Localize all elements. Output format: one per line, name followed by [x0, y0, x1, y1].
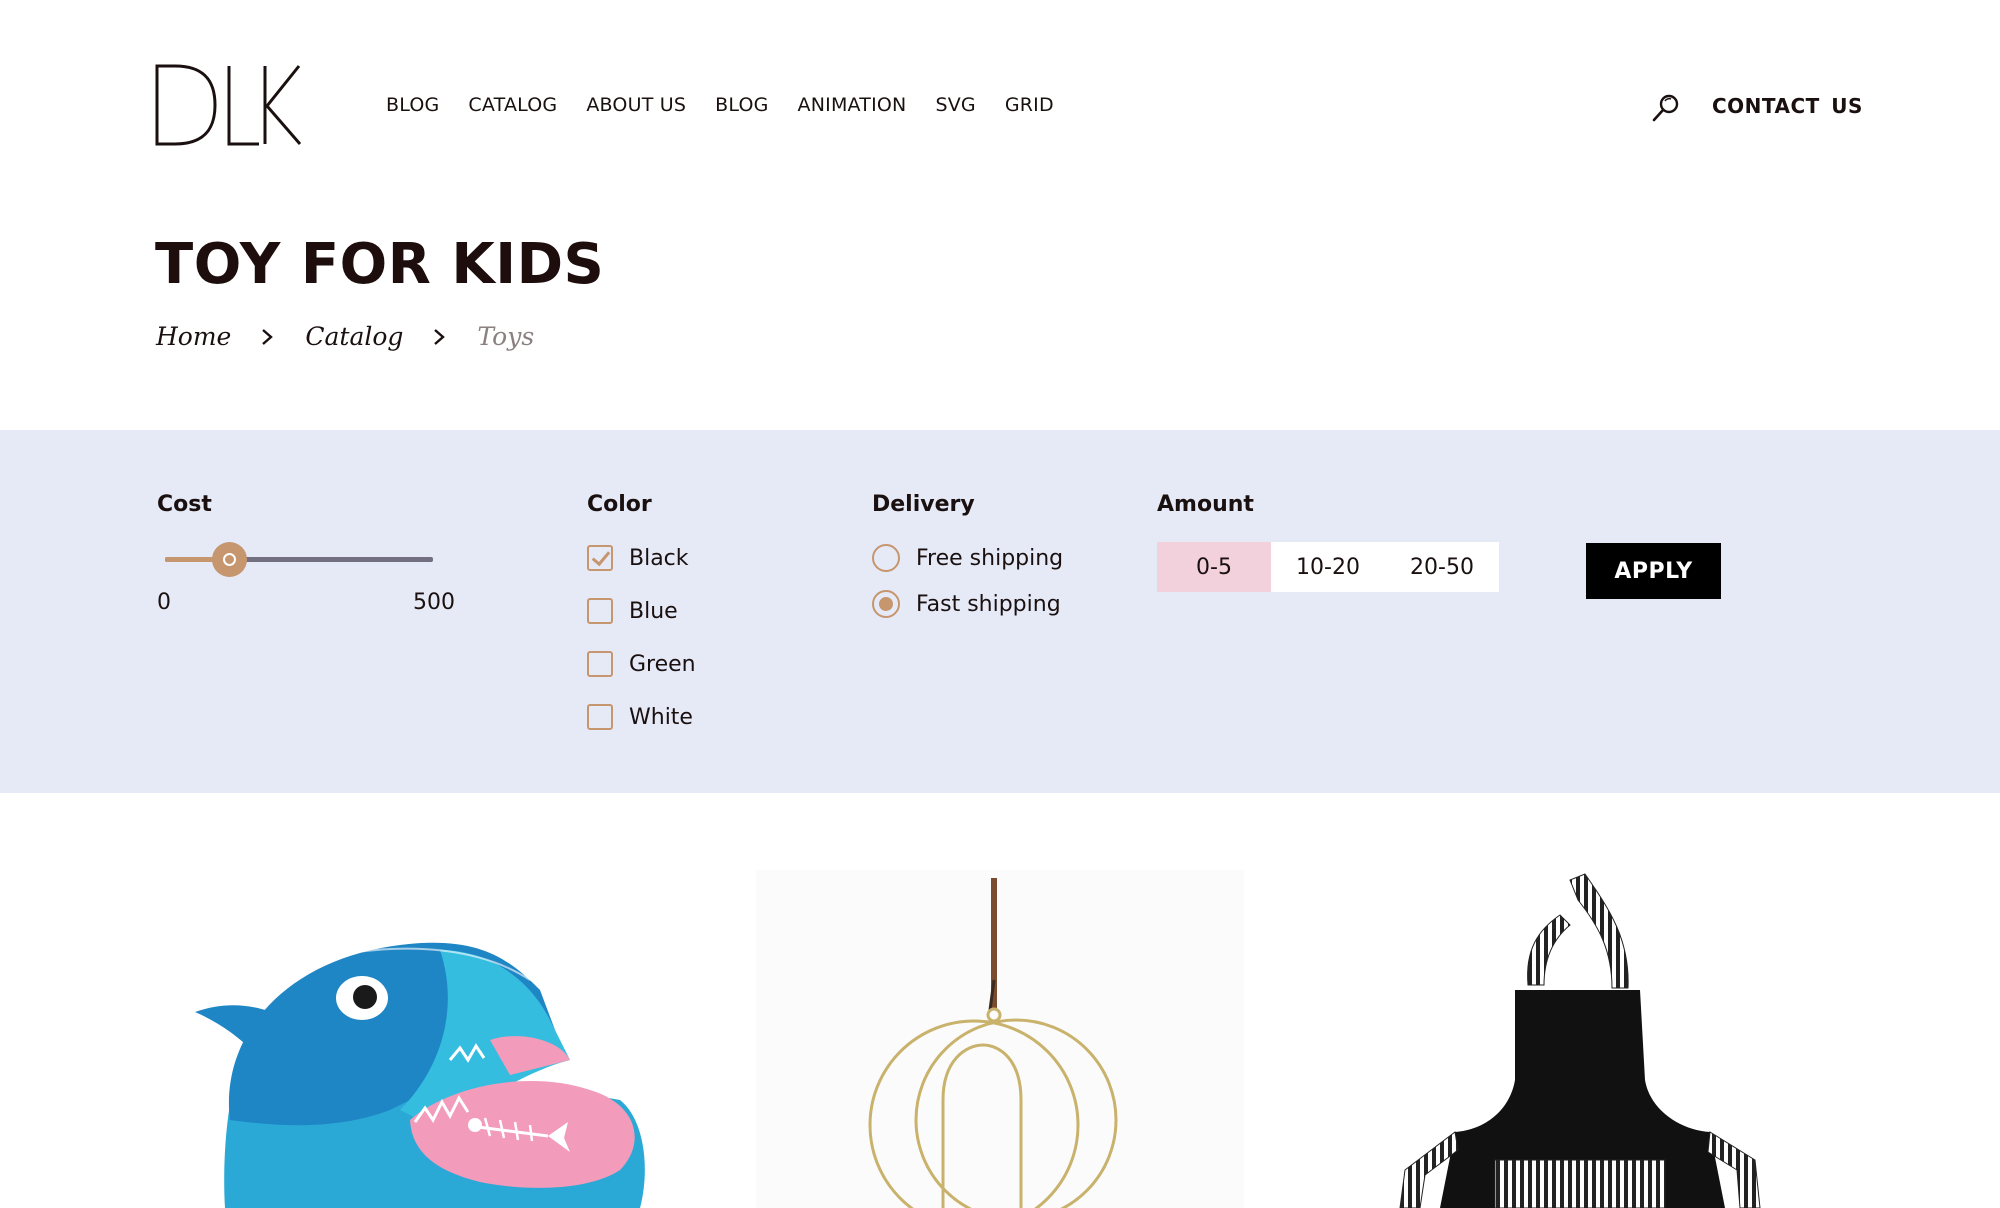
breadcrumb: Home Catalog Toys: [156, 322, 534, 351]
page-title: TOY FOR KIDS: [155, 232, 605, 297]
cost-slider-thumb[interactable]: [212, 542, 248, 577]
nav-grid[interactable]: GRID: [1005, 94, 1054, 116]
cost-min-label: 0: [157, 590, 171, 615]
main-nav: BLOG CATALOG ABOUT US BLOG ANIMATION SVG…: [386, 94, 1054, 116]
nav-blog[interactable]: BLOG: [386, 94, 439, 116]
site-header: BLOG CATALOG ABOUT US BLOG ANIMATION SVG…: [0, 0, 2000, 200]
breadcrumb-home[interactable]: Home: [156, 322, 231, 351]
delivery-option-fast[interactable]: Fast shipping: [872, 590, 1061, 618]
logo[interactable]: [155, 64, 301, 148]
nav-about-us[interactable]: ABOUT US: [586, 94, 686, 116]
breadcrumb-catalog[interactable]: Catalog: [305, 322, 403, 351]
checkbox[interactable]: [587, 704, 613, 730]
chevron-right-icon: [434, 328, 446, 345]
nav-svg[interactable]: SVG: [935, 94, 975, 116]
gold-ring-hanging-image: [756, 870, 1244, 1208]
color-option-green[interactable]: Green: [587, 651, 696, 677]
color-option-label: Blue: [629, 598, 678, 624]
search-icon[interactable]: [1651, 93, 1681, 123]
delivery-filter-title: Delivery: [872, 492, 975, 517]
black-striped-apron-image: [1399, 873, 1761, 1208]
checkbox-checked[interactable]: [587, 545, 613, 571]
amount-option-10-20[interactable]: 10-20: [1271, 542, 1385, 592]
delivery-option-label: Fast shipping: [916, 591, 1061, 617]
amount-option-20-50[interactable]: 20-50: [1385, 542, 1499, 592]
filter-panel: Cost 0 500 Color Black Blue Green White …: [0, 430, 2000, 793]
nav-blog-2[interactable]: BLOG: [715, 94, 768, 116]
amount-segmented-control: 0-5 10-20 20-50: [1157, 542, 1499, 592]
breadcrumb-toys: Toys: [477, 322, 535, 351]
color-option-label: Black: [629, 545, 689, 571]
chevron-right-icon: [262, 328, 274, 345]
product-card[interactable]: [1360, 870, 1880, 1208]
nav-catalog[interactable]: CATALOG: [468, 94, 557, 116]
cost-filter-title: Cost: [157, 492, 212, 517]
nav-animation[interactable]: ANIMATION: [798, 94, 907, 116]
amount-option-0-5[interactable]: 0-5: [1157, 542, 1271, 592]
product-card[interactable]: [756, 870, 1244, 1208]
cost-max-label: 500: [413, 590, 455, 615]
color-option-blue[interactable]: Blue: [587, 598, 678, 624]
amount-filter-title: Amount: [1157, 492, 1254, 517]
checkbox[interactable]: [587, 651, 613, 677]
color-option-white[interactable]: White: [587, 704, 693, 730]
radio-button[interactable]: [872, 544, 900, 572]
product-card[interactable]: [150, 870, 670, 1208]
apply-button[interactable]: APPLY: [1586, 543, 1721, 599]
shark-bean-bag-image: [195, 942, 645, 1208]
delivery-option-free[interactable]: Free shipping: [872, 544, 1063, 572]
contact-us-link[interactable]: CONTACT US: [1712, 94, 1863, 118]
product-grid: [0, 870, 2000, 1208]
checkbox[interactable]: [587, 598, 613, 624]
color-option-black[interactable]: Black: [587, 545, 689, 571]
radio-button-selected[interactable]: [872, 590, 900, 618]
color-filter-title: Color: [587, 492, 652, 517]
color-option-label: White: [629, 704, 693, 730]
color-option-label: Green: [629, 651, 696, 677]
delivery-option-label: Free shipping: [916, 545, 1064, 571]
